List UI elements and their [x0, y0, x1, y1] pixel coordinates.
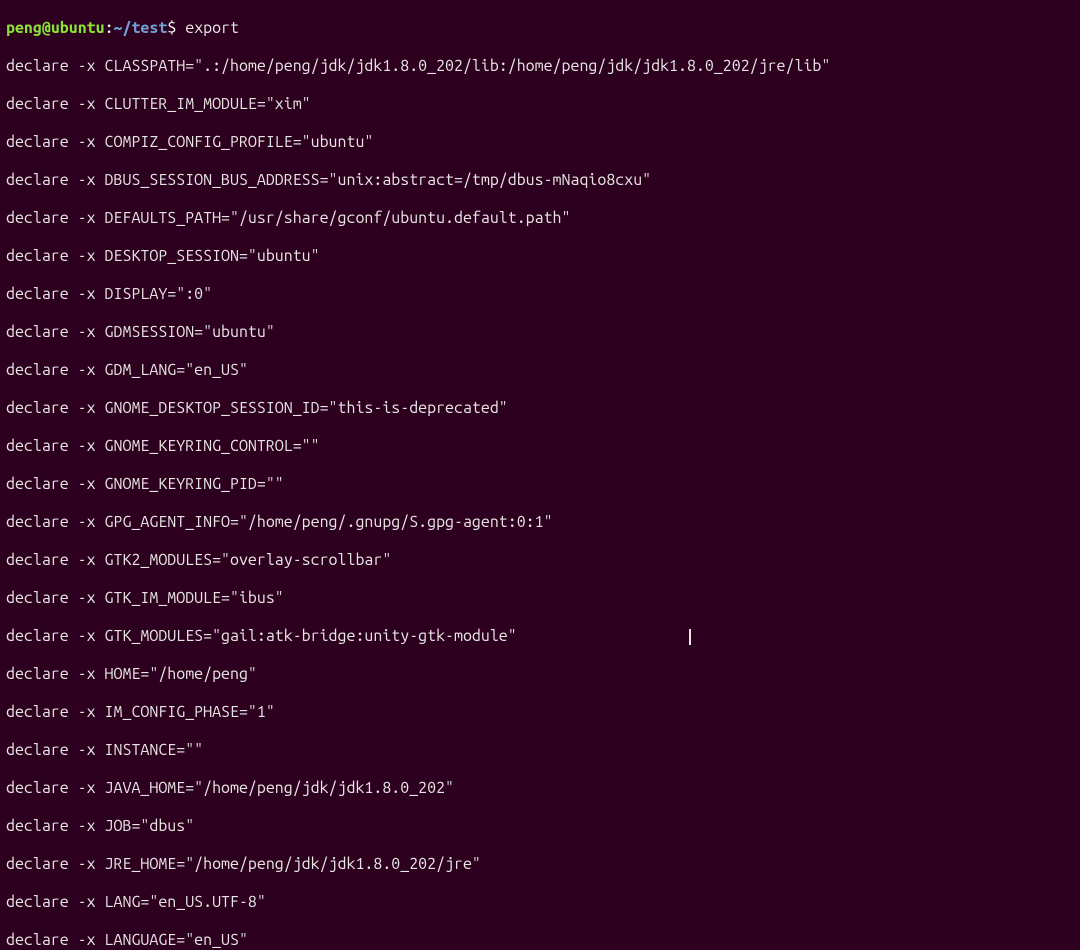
prompt-colon: :	[105, 19, 114, 37]
env-line-classpath: declare -x CLASSPATH=".:/home/peng/jdk/j…	[6, 57, 1074, 76]
env-line-gdmsession: declare -x GDMSESSION="ubuntu"	[6, 323, 1074, 342]
env-line-jre-home: declare -x JRE_HOME="/home/peng/jdk/jdk1…	[6, 855, 1074, 874]
env-line-job: declare -x JOB="dbus"	[6, 817, 1074, 836]
prompt-dollar: $	[167, 19, 176, 37]
prompt-host: ubuntu	[51, 19, 105, 37]
env-line-im-config-phase: declare -x IM_CONFIG_PHASE="1"	[6, 703, 1074, 722]
env-line-java-home: declare -x JAVA_HOME="/home/peng/jdk/jdk…	[6, 779, 1074, 798]
env-line-gtk-im-module: declare -x GTK_IM_MODULE="ibus"	[6, 589, 1074, 608]
prompt-at: @	[42, 19, 51, 37]
env-line-dbus-session-bus-address: declare -x DBUS_SESSION_BUS_ADDRESS="uni…	[6, 171, 1074, 190]
env-line-display: declare -x DISPLAY=":0"	[6, 285, 1074, 304]
env-line-gtk2-modules: declare -x GTK2_MODULES="overlay-scrollb…	[6, 551, 1074, 570]
env-line-compiz-config-profile: declare -x COMPIZ_CONFIG_PROFILE="ubuntu…	[6, 133, 1074, 152]
env-line-gnome-desktop-session-id: declare -x GNOME_DESKTOP_SESSION_ID="thi…	[6, 399, 1074, 418]
prompt-user: peng	[6, 19, 42, 37]
command-text: export	[185, 19, 239, 37]
terminal-viewport[interactable]: peng@ubuntu:~/test$ export declare -x CL…	[0, 0, 1080, 950]
prompt-line: peng@ubuntu:~/test$ export	[6, 19, 1074, 38]
env-gtk-modules-text: declare -x GTK_MODULES="gail:atk-bridge:…	[6, 627, 517, 645]
env-line-desktop-session: declare -x DESKTOP_SESSION="ubuntu"	[6, 247, 1074, 266]
env-line-instance: declare -x INSTANCE=""	[6, 741, 1074, 760]
text-cursor-icon	[689, 629, 691, 645]
env-line-gdm-lang: declare -x GDM_LANG="en_US"	[6, 361, 1074, 380]
env-line-language: declare -x LANGUAGE="en_US"	[6, 931, 1074, 950]
prompt-path: ~/test	[114, 19, 168, 37]
env-line-clutter-im-module: declare -x CLUTTER_IM_MODULE="xim"	[6, 95, 1074, 114]
env-line-gnome-keyring-control: declare -x GNOME_KEYRING_CONTROL=""	[6, 437, 1074, 456]
env-line-home: declare -x HOME="/home/peng"	[6, 665, 1074, 684]
env-line-gpg-agent-info: declare -x GPG_AGENT_INFO="/home/peng/.g…	[6, 513, 1074, 532]
env-line-gtk-modules: declare -x GTK_MODULES="gail:atk-bridge:…	[6, 627, 1074, 646]
env-line-lang: declare -x LANG="en_US.UTF-8"	[6, 893, 1074, 912]
env-line-defaults-path: declare -x DEFAULTS_PATH="/usr/share/gco…	[6, 209, 1074, 228]
env-line-gnome-keyring-pid: declare -x GNOME_KEYRING_PID=""	[6, 475, 1074, 494]
